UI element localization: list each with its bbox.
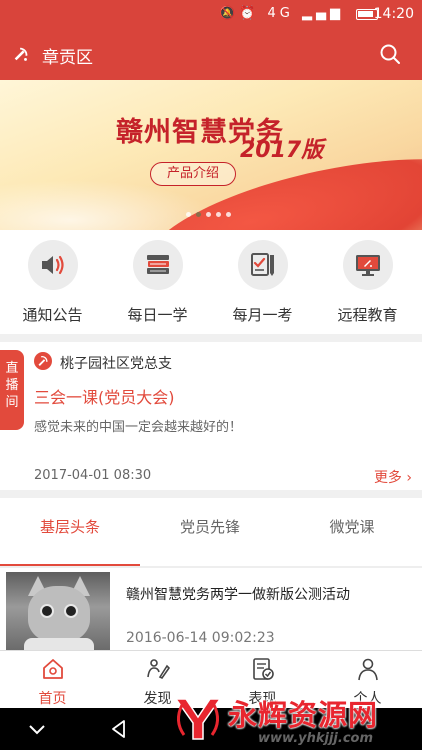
cat-eye xyxy=(64,604,78,618)
banner-carousel[interactable]: 赣州智慧党务 2017版 产品介绍 xyxy=(0,80,422,230)
status-icons: 🔕⏰ 4G ▂▄▆ xyxy=(219,6,344,21)
quick-item-label: 通知公告 xyxy=(22,306,83,324)
quick-item-remote-edu[interactable]: 远程教育 xyxy=(315,240,420,325)
org-name: 桃子园社区党总支 xyxy=(60,356,172,372)
cat-paws xyxy=(24,638,94,650)
quick-item-daily-study[interactable]: 每日一学 xyxy=(105,240,210,325)
carousel-dots xyxy=(186,212,231,217)
quick-item-label: 远程教育 xyxy=(337,306,398,324)
quick-item-monthly-exam[interactable]: 每月一考 xyxy=(210,240,315,325)
status-bar: 🔕⏰ 4G ▂▄▆ 14:20 xyxy=(0,0,422,28)
books-icon-bg xyxy=(132,240,183,290)
monitor-icon xyxy=(355,255,380,276)
quick-menu: 通知公告 每日一学 每月一考 远程教育 xyxy=(0,230,422,334)
exam-icon-bg xyxy=(237,240,288,290)
news-time: 2016-06-14 09:02:23 xyxy=(126,630,275,646)
home-icon xyxy=(42,659,63,679)
discover-icon xyxy=(146,659,170,680)
cat-eye xyxy=(40,604,54,618)
carousel-dot[interactable] xyxy=(226,212,231,217)
status-time: 14:20 xyxy=(373,6,414,22)
app-bar: 章贡区 xyxy=(0,28,422,80)
nav-home[interactable]: 首页 xyxy=(0,657,105,708)
speaker-icon-bg xyxy=(27,240,78,290)
meeting-desc: 感觉未来的中国一定会越来越好的！ xyxy=(34,420,243,435)
live-card[interactable]: 直播间 桃子园社区党总支 三会一课(党员大会) 感觉未来的中国一定会越来越好的！… xyxy=(0,342,422,490)
news-list: 赣州智慧党务两学一做新版公测活动 2016-06-14 09:02:23 xyxy=(0,568,422,650)
performance-icon xyxy=(252,658,274,680)
person-icon xyxy=(357,658,378,681)
speaker-icon xyxy=(41,255,64,275)
news-title[interactable]: 赣州智慧党务两学一做新版公测活动 xyxy=(126,584,350,604)
carousel-dot-active[interactable] xyxy=(196,212,201,217)
watermark: 永辉资源网 www.yhkjjj.com xyxy=(172,693,422,750)
party-emblem-icon xyxy=(14,47,28,61)
network-label: 4G xyxy=(267,6,294,21)
carousel-dot[interactable] xyxy=(186,212,191,217)
tab-micro-lesson[interactable]: 微党课 xyxy=(282,516,422,537)
page-title: 章贡区 xyxy=(42,48,93,68)
exam-icon xyxy=(250,253,274,276)
watermark-text: 永辉资源网 xyxy=(228,698,379,732)
quick-item-label: 每日一学 xyxy=(127,306,188,324)
more-link[interactable]: 更多 › xyxy=(374,467,412,487)
tab-grassroots-headlines[interactable]: 基层头条 xyxy=(0,516,140,537)
chevron-down-icon[interactable] xyxy=(26,718,48,740)
monitor-icon-bg xyxy=(342,240,393,290)
cat-face xyxy=(28,586,90,642)
news-tabs: 基层头条 党员先锋 微党课 xyxy=(0,498,422,568)
meeting-date: 2017-04-01 08:30 xyxy=(34,468,152,483)
back-icon[interactable] xyxy=(108,718,130,740)
product-intro-button[interactable]: 产品介绍 xyxy=(150,162,236,186)
nav-label: 首页 xyxy=(38,691,67,707)
tab-active-indicator xyxy=(0,564,140,566)
carousel-dot[interactable] xyxy=(206,212,211,217)
tab-member-pioneer[interactable]: 党员先锋 xyxy=(140,516,280,537)
chevron-right-icon: › xyxy=(406,470,412,486)
watermark-url: www.yhkjjj.com xyxy=(258,731,374,746)
watermark-logo xyxy=(174,698,222,740)
books-icon xyxy=(146,255,169,274)
banner-year: 2017版 xyxy=(240,138,324,163)
more-label: 更多 xyxy=(373,470,402,486)
live-tag-text: 直播间 xyxy=(5,361,19,410)
meeting-title[interactable]: 三会一课(党员大会) xyxy=(34,384,175,408)
live-tag: 直播间 xyxy=(0,350,24,430)
quick-item-label: 每月一考 xyxy=(232,306,293,324)
party-emblem-icon xyxy=(34,352,52,370)
carousel-dot[interactable] xyxy=(216,212,221,217)
quick-item-notice[interactable]: 通知公告 xyxy=(0,240,105,325)
news-thumbnail xyxy=(6,572,110,650)
search-icon[interactable] xyxy=(378,42,402,66)
